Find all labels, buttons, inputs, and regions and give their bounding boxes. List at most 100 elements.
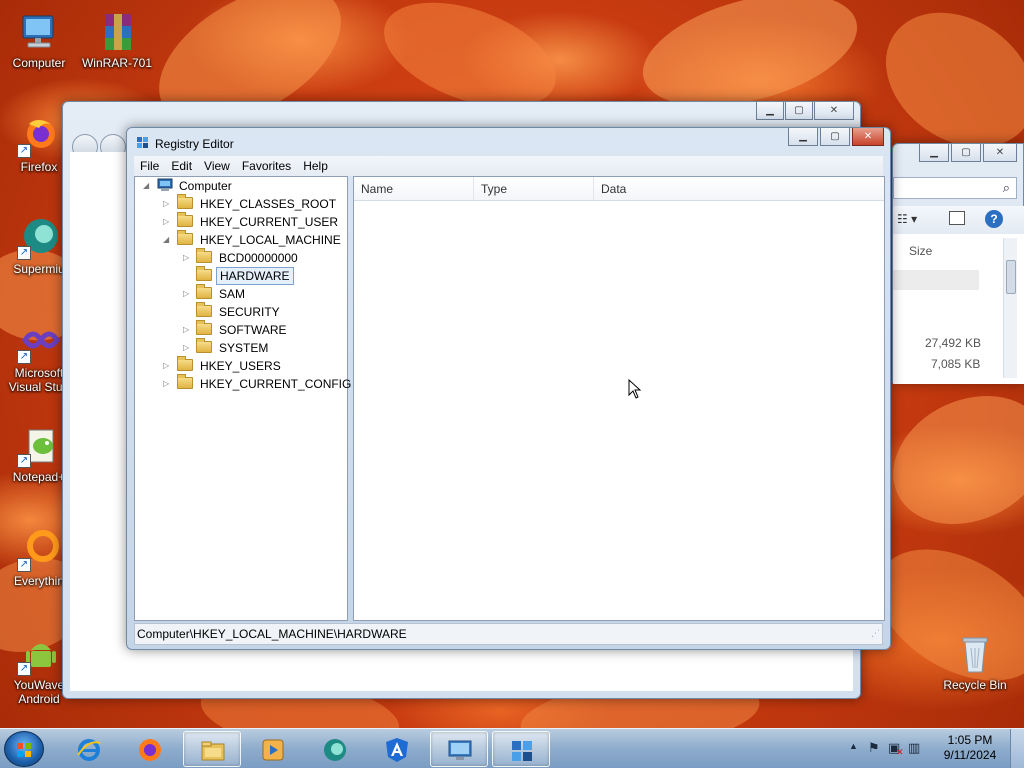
expand-arrow-icon[interactable]: ▷ <box>183 339 189 357</box>
tree-node-hkey-classes-root[interactable]: HKEY_CLASSES_ROOT <box>177 194 339 213</box>
taskbar-media-player[interactable] <box>244 731 302 767</box>
tree-node-sam[interactable]: SAM <box>196 284 248 303</box>
tree-label: HKEY_LOCAL_MACHINE <box>200 233 341 247</box>
view-options-icon[interactable]: ☷ ▾ <box>897 212 917 226</box>
shortcut-arrow-icon: ↗ <box>17 246 31 260</box>
resize-grip-icon[interactable]: ⋰ <box>871 623 880 643</box>
tree-node-hardware[interactable]: HARDWARE <box>196 266 294 285</box>
expand-arrow-icon[interactable]: ▷ <box>183 321 189 339</box>
shortcut-arrow-icon: ↗ <box>17 558 31 572</box>
tree-label: SAM <box>219 287 246 301</box>
scrollbar-thumb[interactable] <box>1006 260 1016 294</box>
folder-icon <box>196 338 212 353</box>
column-header-data[interactable]: Data <box>594 177 884 201</box>
expand-arrow-icon[interactable]: ▷ <box>183 249 189 267</box>
clock-date: 9/11/2024 <box>943 748 997 762</box>
tree-node-hkey-current-user[interactable]: HKEY_CURRENT_USER <box>177 212 341 231</box>
tree-node-hkey-current-config[interactable]: HKEY_CURRENT_CONFIG <box>177 374 354 393</box>
expand-arrow-icon[interactable]: ▷ <box>163 213 169 231</box>
close-button[interactable]: ✕ <box>983 144 1017 162</box>
expand-arrow-icon[interactable]: ▷ <box>163 195 169 213</box>
tree-node-hkey-users[interactable]: HKEY_USERS <box>177 356 284 375</box>
show-desktop-button[interactable] <box>1010 729 1024 768</box>
menu-file[interactable]: File <box>134 156 165 173</box>
tree-label: HKEY_CLASSES_ROOT <box>200 197 337 211</box>
clock[interactable]: 1:05 PM 9/11/2024 <box>938 733 1002 763</box>
column-header-type[interactable]: Type <box>474 177 594 201</box>
title-bar[interactable]: Registry Editor ▁ ▢ ✕ <box>127 128 890 158</box>
tree-node-system[interactable]: SYSTEM <box>196 338 271 357</box>
tree-node-security[interactable]: SECURITY <box>196 302 283 321</box>
collapse-arrow-icon[interactable]: ◢ <box>143 177 149 195</box>
tree-label: Computer <box>179 179 232 193</box>
windows-logo-icon <box>17 743 31 757</box>
action-center-flag-icon[interactable]: ⚑ <box>868 740 880 756</box>
shortcut-arrow-icon: ↗ <box>17 662 31 676</box>
registry-tree[interactable]: ◢ Computer ▷ HKEY_CLASSES_ROOT ▷ HKEY_CU… <box>134 176 351 621</box>
internet-explorer-icon <box>77 739 101 761</box>
menu-favorites[interactable]: Favorites <box>236 156 297 173</box>
maximize-button[interactable]: ▢ <box>820 128 850 146</box>
desktop-icon-winrar[interactable]: WinRAR-701 <box>79 10 155 70</box>
folder-icon <box>196 320 212 335</box>
taskbar-registry-editor[interactable] <box>492 731 550 767</box>
taskbar-remote-desktop[interactable] <box>430 731 488 767</box>
tree-node-bcd[interactable]: BCD00000000 <box>196 248 301 267</box>
column-header-name[interactable]: Name <box>354 177 474 201</box>
list-item[interactable] <box>893 270 979 290</box>
desktop-icon-recycle-bin[interactable]: Recycle Bin <box>937 632 1013 692</box>
folder-icon <box>177 194 193 209</box>
close-button[interactable]: ✕ <box>852 128 884 146</box>
tree-node-computer[interactable]: Computer <box>157 177 235 195</box>
file-list: Size 27,492 KB 7,085 KB <box>893 234 1024 384</box>
maximize-button[interactable]: ▢ <box>785 102 813 120</box>
everything-icon: ↗ <box>17 528 61 572</box>
tree-label: HKEY_CURRENT_USER <box>200 215 339 229</box>
expand-arrow-icon[interactable]: ▷ <box>163 375 169 393</box>
tree-node-hkey-local-machine[interactable]: HKEY_LOCAL_MACHINE <box>177 230 344 249</box>
tree-node-software[interactable]: SOFTWARE <box>196 320 290 339</box>
volume-icon[interactable]: ▥ <box>908 740 920 756</box>
shortcut-arrow-icon: ↗ <box>17 454 31 468</box>
tree-label: SYSTEM <box>219 341 269 355</box>
desktop-icon-computer[interactable]: Computer <box>1 10 77 70</box>
menu-edit[interactable]: Edit <box>165 156 198 173</box>
values-list[interactable]: Name Type Data <box>353 176 885 621</box>
menu-view[interactable]: View <box>198 156 236 173</box>
column-header-size[interactable]: Size <box>909 244 932 258</box>
show-hidden-icons-icon[interactable]: ▲ <box>849 741 858 751</box>
taskbar-firefox[interactable] <box>121 731 179 767</box>
taskbar-internet-explorer[interactable] <box>60 731 118 767</box>
background-explorer-window[interactable]: ▁ ▢ ✕ ⌕ ☷ ▾ ? Size 27,492 KB 7,085 KB <box>892 143 1024 384</box>
folder-icon <box>177 356 193 371</box>
expand-arrow-icon[interactable]: ▷ <box>163 357 169 375</box>
window-title: Registry Editor <box>155 137 234 151</box>
computer-icon <box>17 10 61 54</box>
search-box[interactable]: ⌕ <box>893 177 1017 199</box>
collapse-arrow-icon[interactable]: ◢ <box>163 231 169 249</box>
minimize-button[interactable]: ▁ <box>788 128 818 146</box>
scrollbar[interactable] <box>1003 238 1017 378</box>
desktop-icon-label: WinRAR-701 <box>81 56 153 70</box>
search-icon: ⌕ <box>1002 180 1010 195</box>
menu-help[interactable]: Help <box>297 156 334 173</box>
regedit-icon <box>512 741 532 761</box>
minimize-button[interactable]: ▁ <box>756 102 784 120</box>
taskbar-supermium[interactable] <box>306 731 364 767</box>
taskbar-angular[interactable] <box>368 731 426 767</box>
firefox-icon <box>139 739 161 761</box>
expand-arrow-icon[interactable]: ▷ <box>183 285 189 303</box>
taskbar: ▲ ⚑ ▣ ✕ ▥ 1:05 PM 9/11/2024 <box>0 728 1024 768</box>
regedit-icon <box>137 137 148 148</box>
file-size: 27,492 KB <box>925 336 982 350</box>
preview-pane-icon[interactable] <box>949 211 965 225</box>
close-button[interactable]: ✕ <box>814 102 854 120</box>
media-player-icon <box>262 739 284 761</box>
maximize-button[interactable]: ▢ <box>951 144 981 162</box>
taskbar-file-explorer[interactable] <box>183 731 241 767</box>
folder-icon <box>196 266 212 281</box>
registry-editor-window[interactable]: Registry Editor ▁ ▢ ✕ File Edit View Favori… <box>126 127 891 650</box>
help-icon[interactable]: ? <box>985 210 1003 228</box>
minimize-button[interactable]: ▁ <box>919 144 949 162</box>
start-button[interactable] <box>4 731 44 767</box>
